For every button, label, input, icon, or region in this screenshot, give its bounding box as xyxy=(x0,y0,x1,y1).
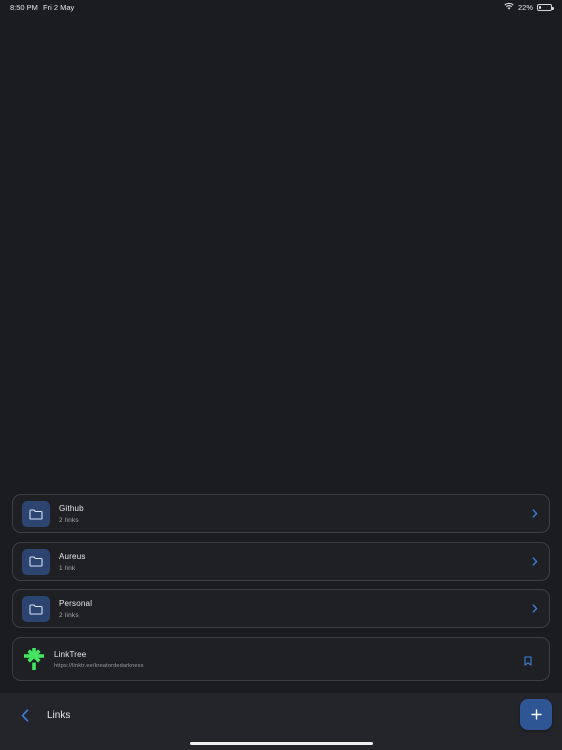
chevron-left-icon xyxy=(21,708,29,722)
chevron-right-icon xyxy=(530,604,540,614)
battery-fill xyxy=(539,5,542,9)
folder-text: Github 2 links xyxy=(59,504,84,524)
status-bar: 8:50 PM Fri 2 May 22% xyxy=(0,0,562,14)
folder-item-aureus[interactable]: Aureus 1 link xyxy=(12,541,550,581)
folder-text: Aureus 1 link xyxy=(59,552,86,572)
folder-title: Github xyxy=(59,504,84,513)
status-time: 8:50 PM xyxy=(10,3,38,12)
battery-percent: 22% xyxy=(517,2,533,12)
folder-icon xyxy=(22,596,50,622)
add-link-button[interactable] xyxy=(520,699,552,730)
folder-item-personal[interactable]: Personal 2 links xyxy=(12,589,550,628)
folder-link-count: 2 links xyxy=(59,517,79,524)
link-url: https://linktr.ee/kreatordedarkness xyxy=(54,662,144,669)
folder-text: Personal 2 links xyxy=(59,599,92,619)
battery-icon xyxy=(537,3,554,11)
links-list: Github 2 links Aureus 1 link Personal 2 … xyxy=(12,494,550,689)
folder-item-github[interactable]: Github 2 links xyxy=(12,494,550,533)
link-title: LinkTree xyxy=(54,649,87,659)
folder-link-count: 2 links xyxy=(59,612,79,619)
link-text: LinkTree https://linktr.ee/kreatordedark… xyxy=(54,650,144,669)
back-button[interactable] xyxy=(18,707,32,723)
bookmark-icon[interactable] xyxy=(524,653,532,671)
linktree-logo-icon xyxy=(23,647,45,671)
wifi-icon xyxy=(504,2,514,12)
page-title: Links xyxy=(47,710,71,721)
chevron-right-icon xyxy=(530,556,540,566)
chevron-right-icon xyxy=(530,509,540,519)
link-item-linktree[interactable]: LinkTree https://linktr.ee/kreatordedark… xyxy=(12,636,550,681)
folder-title: Aureus xyxy=(59,551,86,561)
status-date: Fri 2 May xyxy=(43,3,75,12)
plus-icon xyxy=(530,709,542,720)
folder-link-count: 1 link xyxy=(59,564,76,572)
folder-title: Personal xyxy=(59,599,93,608)
folder-icon xyxy=(22,548,50,575)
status-indicators: 22% xyxy=(504,2,554,12)
home-indicator[interactable] xyxy=(190,742,373,745)
folder-icon xyxy=(22,501,50,527)
